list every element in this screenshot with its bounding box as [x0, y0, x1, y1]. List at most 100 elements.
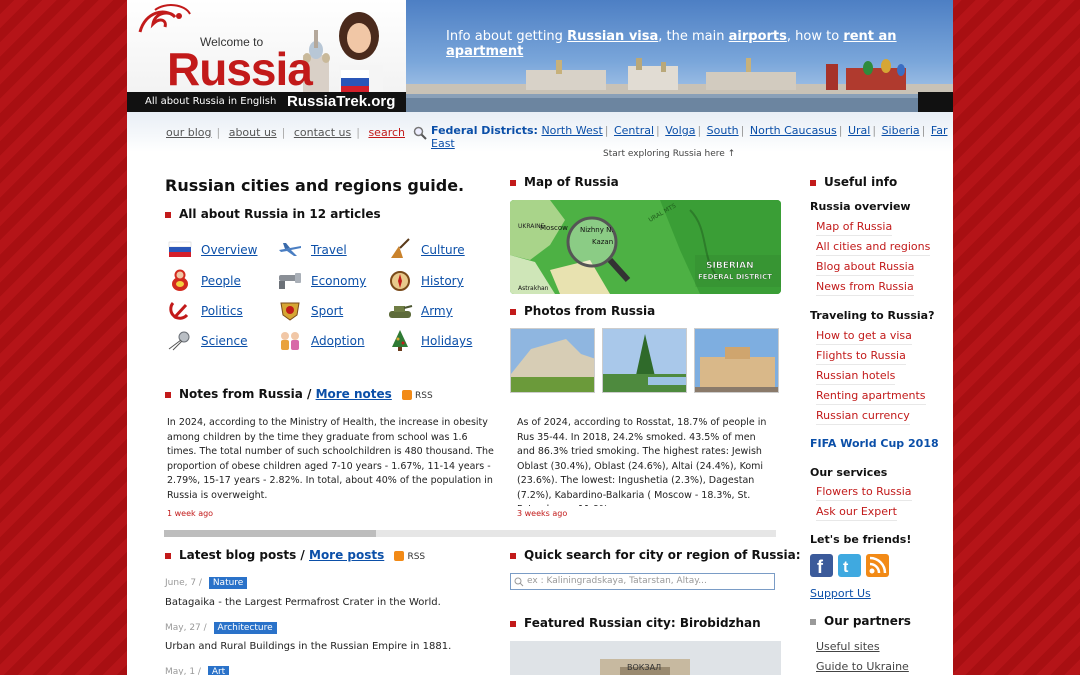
article-label: Army	[421, 304, 453, 318]
sidebar-link-currency[interactable]: Russian currency	[816, 409, 910, 425]
note-item: As of 2024, according to Rosstat, 18.7% …	[517, 417, 767, 506]
article-overview[interactable]: Overview	[167, 236, 277, 260]
compass-icon	[390, 271, 410, 291]
rss-feed-icon[interactable]	[866, 554, 889, 577]
district-south[interactable]: South	[707, 124, 739, 137]
page-title: Russian cities and regions guide.	[165, 176, 465, 195]
featured-city-photo[interactable]: ВОКЗАЛ	[510, 641, 781, 675]
district-volga[interactable]: Volga	[665, 124, 695, 137]
post-tag[interactable]: Nature	[208, 577, 248, 589]
article-adoption[interactable]: Adoption	[277, 327, 387, 351]
district-siberia[interactable]: Siberia	[882, 124, 920, 137]
russia-map[interactable]: UKRAINE Moscow Nizhny N. Kazan Astrakhan…	[510, 200, 781, 294]
district-north-caucasus[interactable]: North Caucasus	[750, 124, 837, 137]
search-placeholder: ex : Kaliningradskaya, Tatarstan, Altay.…	[527, 576, 707, 586]
airports-link[interactable]: airports	[729, 29, 787, 44]
city-search-input[interactable]: ex : Kaliningradskaya, Tatarstan, Altay.…	[510, 573, 775, 590]
travel-heading: Traveling to Russia?	[810, 309, 935, 322]
blog-title: Latest blog posts	[179, 548, 297, 562]
logo-bar: All about Russia in English RussiaTrek.o…	[127, 92, 406, 112]
article-label: Politics	[201, 304, 243, 318]
featured-title: Featured Russian city: Birobidzhan	[524, 616, 761, 630]
article-travel[interactable]: Travel	[277, 236, 387, 260]
article-science[interactable]: Science	[167, 327, 277, 351]
search-icon[interactable]	[413, 126, 427, 140]
top-links: our blog | about us | contact us | search	[166, 126, 427, 140]
support-us-link[interactable]: Support Us	[810, 587, 871, 600]
photo-thumbnail[interactable]	[694, 328, 779, 393]
post-tag[interactable]: Art	[207, 666, 230, 675]
sidebar-link-apartments[interactable]: Renting apartments	[816, 389, 926, 405]
separator: |	[281, 126, 286, 139]
partner-link-useful-sites[interactable]: Useful sites	[816, 640, 880, 653]
article-label: Sport	[311, 304, 344, 318]
district-ural[interactable]: Ural	[848, 124, 870, 137]
photo-thumbnail[interactable]	[510, 328, 595, 393]
sidebar-link-news[interactable]: News from Russia	[816, 280, 914, 296]
visa-link[interactable]: Russian visa	[567, 29, 658, 44]
bullet-icon	[165, 552, 171, 559]
emblem-icon	[280, 302, 300, 321]
map-label-federal: FEDERAL DISTRICT	[698, 273, 772, 281]
banner-info: Info about getting Russian visa, the mai…	[446, 29, 953, 59]
svg-text:t: t	[843, 559, 849, 576]
article-label: History	[421, 274, 464, 288]
explore-hint: Start exploring Russia here ↑	[603, 149, 736, 159]
info-mid2: , how to	[786, 29, 840, 44]
sidebar-link-map[interactable]: Map of Russia	[816, 220, 893, 236]
about-us-link[interactable]: about us	[229, 126, 277, 139]
article-history[interactable]: History	[387, 267, 497, 291]
friends-heading: Let's be friends!	[810, 533, 912, 546]
bullet-icon	[510, 308, 516, 315]
rss-label[interactable]: RSS	[415, 391, 433, 401]
sidebar-link-flowers[interactable]: Flowers to Russia	[816, 485, 912, 501]
matryoshka-icon	[172, 269, 188, 291]
twitter-icon[interactable]: t	[838, 554, 861, 577]
photo-thumbnail[interactable]	[602, 328, 687, 393]
article-economy[interactable]: Economy	[277, 267, 387, 291]
sidebar-link-hotels[interactable]: Russian hotels	[816, 369, 896, 385]
district-central[interactable]: Central	[614, 124, 654, 137]
featured-heading: Featured Russian city: Birobidzhan	[510, 616, 761, 630]
partner-link-ukraine[interactable]: Guide to Ukraine	[816, 660, 909, 673]
post-title[interactable]: Urban and Rural Buildings in the Russian…	[165, 641, 451, 652]
sidebar-link-blog[interactable]: Blog about Russia	[816, 260, 915, 276]
more-posts-link[interactable]: More posts	[309, 548, 384, 562]
article-army[interactable]: Army	[387, 297, 497, 321]
post-tag[interactable]: Architecture	[213, 622, 277, 634]
sidebar-link-visa[interactable]: How to get a visa	[816, 329, 912, 345]
more-notes-link[interactable]: More notes	[316, 387, 392, 401]
search-icon	[514, 577, 524, 587]
note-age: 1 week ago	[167, 509, 214, 518]
sidebar-link-flights[interactable]: Flights to Russia	[816, 349, 906, 365]
article-politics[interactable]: Politics	[167, 297, 277, 321]
sidebar-link-expert[interactable]: Ask our Expert	[816, 505, 897, 521]
search-heading: Quick search for city or region of Russi…	[510, 548, 801, 562]
district-north-west[interactable]: North West	[541, 124, 602, 137]
scrollbar-thumb[interactable]	[164, 530, 376, 537]
article-sport[interactable]: Sport	[277, 297, 387, 321]
bullet-icon	[165, 211, 171, 218]
federal-districts: Federal Districts: North West | Central | …	[431, 124, 948, 150]
notes-title: Notes from Russia	[179, 387, 303, 401]
search-link[interactable]: search	[368, 126, 405, 139]
fifa-link[interactable]: FIFA World Cup 2018	[810, 437, 939, 450]
post-title[interactable]: Batagaika - the Largest Permafrost Crate…	[165, 597, 441, 608]
site-logo[interactable]: Welcome to Russia All about Russia in En…	[127, 0, 406, 112]
article-culture[interactable]: Culture	[387, 236, 497, 260]
article-label: Travel	[311, 243, 347, 257]
article-holidays[interactable]: Holidays	[387, 327, 497, 351]
map-label-siberian: SIBERIAN	[706, 261, 754, 271]
rss-icon[interactable]	[394, 550, 405, 561]
sidebar-link-cities[interactable]: All cities and regions	[816, 240, 931, 256]
article-people[interactable]: People	[167, 267, 277, 291]
separator: |	[216, 126, 221, 139]
our-blog-link[interactable]: our blog	[166, 126, 211, 139]
facebook-icon[interactable]: f	[810, 554, 833, 577]
notes-scrollbar[interactable]	[164, 530, 776, 537]
contact-us-link[interactable]: contact us	[294, 126, 351, 139]
rss-icon[interactable]	[402, 389, 412, 400]
rss-label[interactable]: RSS	[407, 552, 425, 562]
sidebar-title: Useful info	[810, 175, 897, 189]
map-label-astrakhan: Astrakhan	[518, 285, 549, 292]
